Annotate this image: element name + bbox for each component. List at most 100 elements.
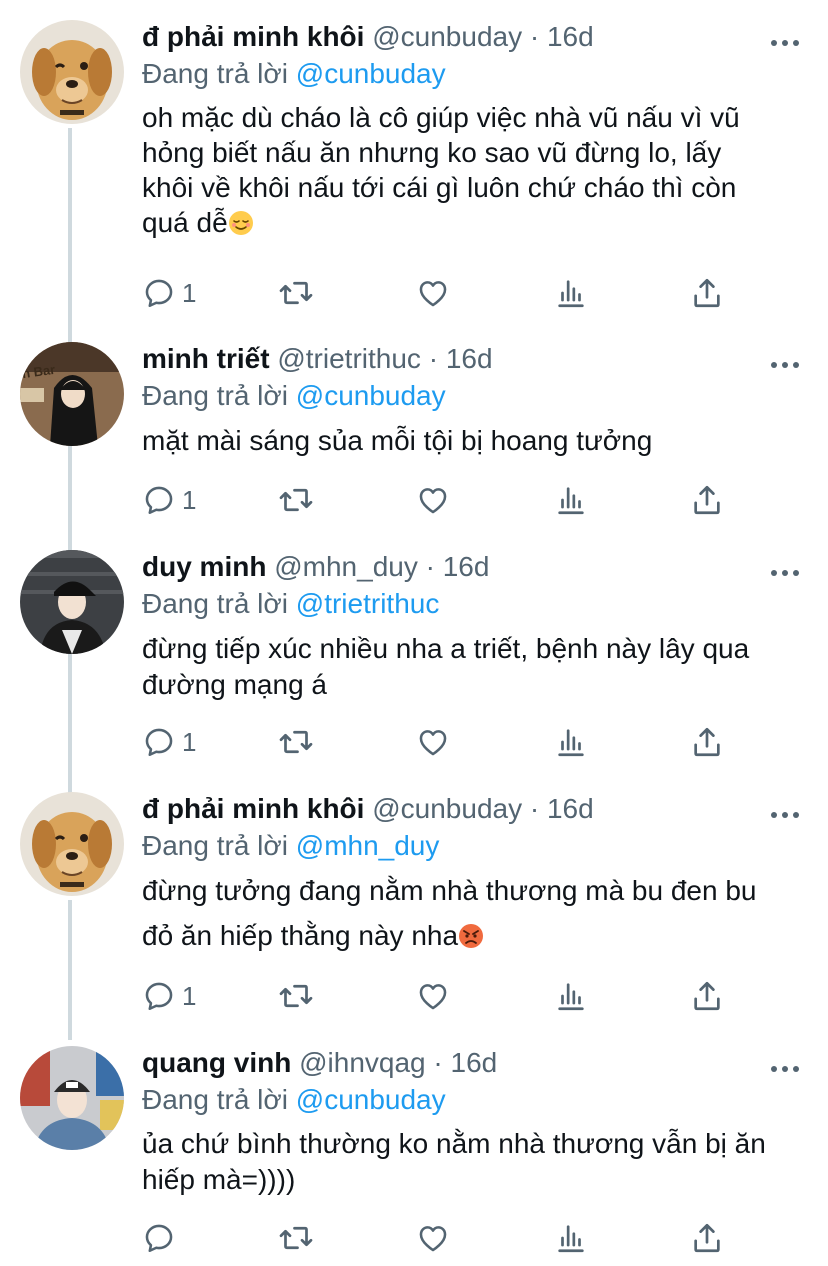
display-name[interactable]: đ phải minh khôi	[142, 793, 364, 824]
like-icon	[416, 725, 450, 759]
retweet-button[interactable]	[278, 1220, 314, 1256]
action-bar: 1	[142, 978, 742, 1014]
display-name[interactable]: duy minh	[142, 551, 266, 582]
like-button[interactable]	[416, 482, 450, 518]
avatar[interactable]	[20, 550, 124, 654]
views-icon	[554, 725, 588, 759]
tweet-text-line: đừng tưởng đang nằm nhà thương mà bu đen…	[142, 875, 757, 906]
views-button[interactable]	[554, 275, 588, 311]
reply-icon	[142, 483, 176, 517]
tweet-text-line: đừng tiếp xúc nhiều nha a triết, bệnh nà…	[142, 633, 750, 664]
share-icon	[690, 483, 724, 517]
reply-count: 1	[182, 980, 197, 1011]
tweet-text-line: đường mạng á	[142, 669, 327, 700]
share-button[interactable]	[690, 978, 724, 1014]
reply-button[interactable]: 1	[142, 275, 196, 311]
display-name[interactable]: đ phải minh khôi	[142, 21, 364, 52]
mention-link[interactable]: @mhn_duy	[296, 830, 440, 861]
user-handle[interactable]: @trietrithuc	[277, 343, 421, 374]
action-bar	[142, 1220, 742, 1256]
replying-label: Đang trả lời	[142, 1084, 288, 1115]
more-icon[interactable]	[770, 806, 800, 824]
timestamp[interactable]: 16d	[443, 551, 490, 582]
views-icon	[554, 1221, 588, 1255]
mention-link[interactable]: @cunbuday	[296, 1084, 446, 1115]
reply-count: 1	[182, 277, 197, 308]
reply-button[interactable]	[142, 1220, 182, 1256]
avatar[interactable]	[20, 20, 124, 124]
share-icon	[690, 1221, 724, 1255]
more-icon[interactable]	[770, 34, 800, 52]
replying-label: Đang trả lời	[142, 588, 288, 619]
beanie-person-avatar-image	[20, 1046, 124, 1150]
tweet-text: ủa chứ bình thường ko nằm nhà thương vẫn…	[142, 1126, 802, 1198]
tweet-text-line: quá dễ	[142, 207, 228, 238]
mention-link[interactable]: @trietrithuc	[296, 588, 440, 619]
user-handle[interactable]: @mhn_duy	[274, 551, 418, 582]
avatar[interactable]	[20, 792, 124, 896]
cap-person-avatar-image	[20, 550, 124, 654]
avatar[interactable]: n Bar	[20, 342, 124, 446]
display-name[interactable]: quang vinh	[142, 1047, 291, 1078]
relieved-face-emoji	[228, 210, 254, 236]
dog-avatar-image	[20, 20, 124, 124]
tweet-text-line: ủa chứ bình thường ko nằm nhà thương vẫn…	[142, 1128, 766, 1159]
more-icon[interactable]	[770, 564, 800, 582]
tweet-5[interactable]: quang vinh @ihnvqag · 16d Đang trả lời @…	[0, 1046, 828, 1266]
like-button[interactable]	[416, 275, 450, 311]
tweet-1[interactable]: đ phải minh khôi @cunbuday · 16d Đang tr…	[0, 20, 828, 320]
like-button[interactable]	[416, 1220, 450, 1256]
views-button[interactable]	[554, 1220, 588, 1256]
like-icon	[416, 483, 450, 517]
share-icon	[690, 979, 724, 1013]
like-icon	[416, 979, 450, 1013]
tweet-2[interactable]: n Bar minh triết @trietrithuc · 16d Đang…	[0, 342, 828, 532]
more-icon[interactable]	[770, 1060, 800, 1078]
user-handle[interactable]: @ihnvqag	[299, 1047, 426, 1078]
share-button[interactable]	[690, 724, 724, 760]
action-bar: 1	[142, 275, 742, 311]
share-button[interactable]	[690, 275, 724, 311]
reply-icon	[142, 979, 176, 1013]
like-button[interactable]	[416, 978, 450, 1014]
like-button[interactable]	[416, 724, 450, 760]
separator-dot: ·	[428, 343, 439, 374]
views-button[interactable]	[554, 482, 588, 518]
tweet-3[interactable]: duy minh @mhn_duy · 16d Đang trả lời @tr…	[0, 550, 828, 775]
retweet-button[interactable]	[278, 978, 314, 1014]
timestamp[interactable]: 16d	[547, 793, 594, 824]
replying-to: Đang trả lời @trietrithuc	[142, 587, 439, 621]
user-handle[interactable]: @cunbuday	[372, 793, 522, 824]
retweet-button[interactable]	[278, 724, 314, 760]
tweet-text-line: hiếp mà=))))	[142, 1164, 296, 1195]
separator-dot: ·	[425, 551, 435, 582]
display-name[interactable]: minh triết	[142, 343, 270, 374]
reply-button[interactable]: 1	[142, 724, 196, 760]
mention-link[interactable]: @cunbuday	[296, 380, 446, 411]
retweet-icon	[278, 978, 314, 1014]
share-button[interactable]	[690, 482, 724, 518]
more-icon[interactable]	[770, 356, 800, 374]
share-icon	[690, 276, 724, 310]
reply-button[interactable]: 1	[142, 482, 196, 518]
tweet-text-line: đỏ ăn hiếp thằng này nha	[142, 920, 459, 951]
retweet-button[interactable]	[278, 275, 314, 311]
replying-to: Đang trả lời @cunbuday	[142, 57, 446, 91]
views-button[interactable]	[554, 724, 588, 760]
views-button[interactable]	[554, 978, 588, 1014]
action-bar: 1	[142, 482, 742, 518]
retweet-button[interactable]	[278, 482, 314, 518]
avatar[interactable]	[20, 1046, 124, 1150]
timestamp[interactable]: 16d	[446, 343, 493, 374]
share-button[interactable]	[690, 1220, 724, 1256]
separator-dot: ·	[529, 793, 540, 824]
tweet-4[interactable]: đ phải minh khôi @cunbuday · 16d Đang tr…	[0, 792, 828, 1032]
timestamp[interactable]: 16d	[451, 1047, 498, 1078]
tweet-text-line: mặt mài sáng sủa mỗi tội bị hoang tưởng	[142, 425, 653, 456]
reply-button[interactable]: 1	[142, 978, 196, 1014]
views-icon	[554, 276, 588, 310]
timestamp[interactable]: 16d	[547, 21, 594, 52]
mention-link[interactable]: @cunbuday	[296, 58, 446, 89]
tweet-text: oh mặc dù cháo là cô giúp việc nhà vũ nấ…	[142, 100, 802, 240]
user-handle[interactable]: @cunbuday	[372, 21, 522, 52]
